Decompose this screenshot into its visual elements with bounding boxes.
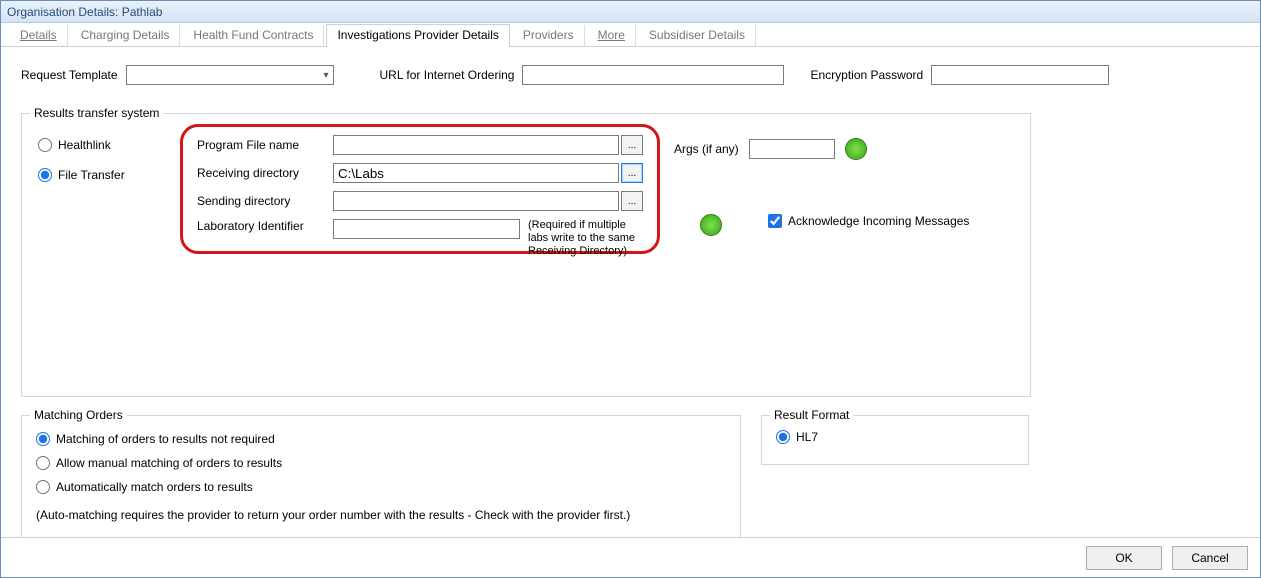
url-ordering-input[interactable] [522, 65, 784, 85]
args-input[interactable] [749, 139, 835, 159]
matching-orders-fieldset: Matching Orders Matching of orders to re… [21, 415, 741, 539]
args-label: Args (if any) [674, 142, 739, 156]
radio-file-transfer[interactable]: File Transfer [38, 168, 125, 182]
tab-investigations-provider-details[interactable]: Investigations Provider Details [326, 24, 509, 47]
result-format-legend: Result Format [770, 408, 853, 422]
url-ordering-label: URL for Internet Ordering [380, 68, 515, 82]
radio-hl7[interactable]: HL7 [776, 430, 818, 444]
lab-identifier-input[interactable] [333, 219, 520, 239]
radio-healthlink-input[interactable] [38, 138, 52, 152]
tab-more[interactable]: More [587, 25, 636, 46]
window-title: Organisation Details: Pathlab [7, 5, 162, 19]
program-file-label: Program File name [197, 138, 333, 152]
tab-strip: Details Charging Details Health Fund Con… [1, 23, 1260, 47]
results-transfer-fieldset: Results transfer system Healthlink File … [21, 113, 1031, 397]
tab-providers[interactable]: Providers [512, 25, 585, 46]
tab-details[interactable]: Details [9, 25, 68, 46]
ack-info-icon[interactable] [700, 214, 722, 236]
tab-health-fund-contracts[interactable]: Health Fund Contracts [182, 25, 324, 46]
request-template-combo[interactable]: ▾ [126, 65, 334, 85]
radio-matching-not-required-input[interactable] [36, 432, 50, 446]
cancel-button[interactable]: Cancel [1172, 546, 1248, 570]
program-file-browse-button[interactable]: ... [621, 135, 643, 155]
encryption-password-label: Encryption Password [810, 68, 923, 82]
content-area: Request Template ▾ URL for Internet Orde… [1, 49, 1260, 535]
lab-identifier-note: (Required if multiple labs write to the … [528, 219, 643, 259]
tab-charging-details[interactable]: Charging Details [70, 25, 181, 46]
radio-healthlink[interactable]: Healthlink [38, 138, 125, 152]
receiving-directory-browse-button[interactable]: ... [621, 163, 643, 183]
top-row: Request Template ▾ URL for Internet Orde… [21, 65, 1240, 85]
radio-auto-match[interactable]: Automatically match orders to results [36, 480, 726, 494]
radio-auto-match-input[interactable] [36, 480, 50, 494]
args-info-icon[interactable] [845, 138, 867, 160]
receiving-directory-input[interactable] [333, 163, 619, 183]
sending-directory-browse-button[interactable]: ... [621, 191, 643, 211]
args-area: Args (if any) [674, 138, 867, 160]
sending-directory-input[interactable] [333, 191, 619, 211]
result-format-fieldset: Result Format HL7 [761, 415, 1029, 465]
transfer-mode-group: Healthlink File Transfer [38, 138, 125, 182]
ack-checkbox-row[interactable]: Acknowledge Incoming Messages [768, 214, 969, 228]
sending-directory-label: Sending directory [197, 194, 333, 208]
radio-hl7-input[interactable] [776, 430, 790, 444]
radio-matching-not-required[interactable]: Matching of orders to results not requir… [36, 432, 726, 446]
radio-file-transfer-input[interactable] [38, 168, 52, 182]
window-titlebar: Organisation Details: Pathlab [1, 1, 1260, 23]
results-transfer-legend: Results transfer system [30, 106, 163, 120]
matching-orders-legend: Matching Orders [30, 408, 127, 422]
dialog-footer: OK Cancel [1, 537, 1260, 577]
ack-checkbox[interactable] [768, 214, 782, 228]
file-transfer-highlight: Program File name ... Receiving director… [180, 124, 660, 254]
encryption-password-input[interactable] [931, 65, 1109, 85]
ok-button[interactable]: OK [1086, 546, 1162, 570]
radio-allow-manual-matching[interactable]: Allow manual matching of orders to resul… [36, 456, 726, 470]
matching-note: (Auto-matching requires the provider to … [36, 508, 726, 522]
tab-subsidiser-details[interactable]: Subsidiser Details [638, 25, 756, 46]
radio-allow-manual-matching-input[interactable] [36, 456, 50, 470]
program-file-input[interactable] [333, 135, 619, 155]
lab-identifier-label: Laboratory Identifier [197, 219, 333, 233]
receiving-directory-label: Receiving directory [197, 166, 333, 180]
request-template-label: Request Template [21, 68, 118, 82]
chevron-down-icon: ▾ [323, 70, 328, 81]
